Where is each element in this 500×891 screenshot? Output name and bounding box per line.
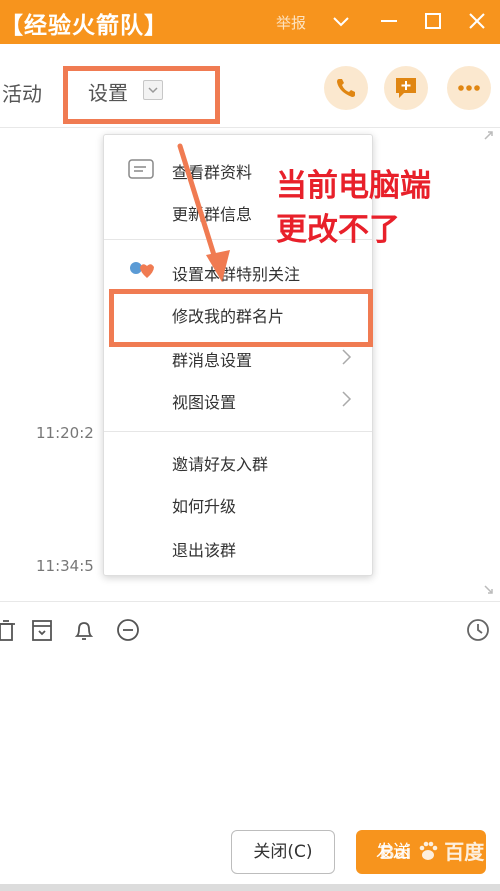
watermark-brand-suffix: 百度	[444, 842, 485, 864]
watermark-brand: Bai	[380, 842, 412, 864]
clock-icon[interactable]	[464, 616, 492, 644]
close-button[interactable]: 关闭(C)	[231, 830, 335, 874]
trash-icon[interactable]	[0, 616, 20, 644]
input-toolbar	[0, 601, 500, 655]
baidu-jingyan-watermark: Bai 百度 经验	[380, 836, 500, 865]
annotation-arrow	[177, 143, 230, 282]
baidu-paw-icon	[419, 841, 437, 860]
bell-icon[interactable]	[70, 616, 98, 644]
archive-icon[interactable]	[28, 616, 56, 644]
watermark-sub: 经验	[489, 846, 500, 862]
window-bottom-edge	[0, 884, 500, 891]
minus-circle-icon[interactable]	[114, 616, 142, 644]
